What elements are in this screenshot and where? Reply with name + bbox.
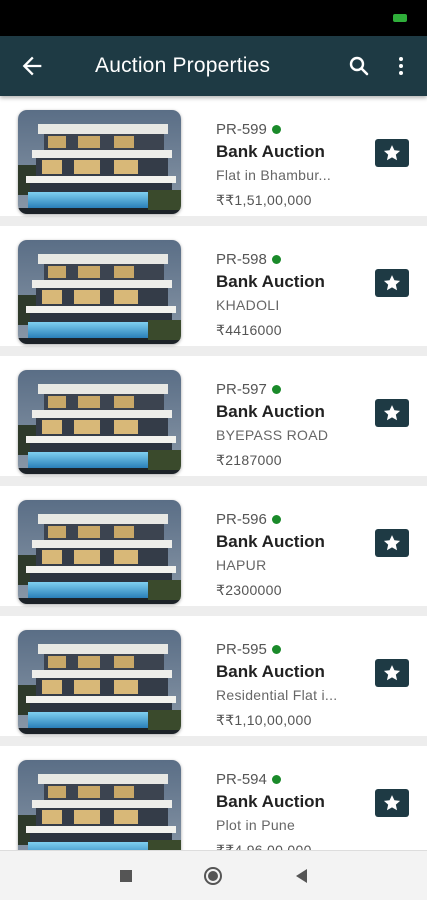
- property-image: [18, 240, 181, 344]
- more-vertical-icon[interactable]: [389, 54, 413, 78]
- property-image: [18, 760, 181, 850]
- property-card[interactable]: PR-599 Bank Auction Flat in Bhambur... ₹…: [0, 96, 427, 216]
- property-card[interactable]: PR-596 Bank Auction HAPUR ₹2300000: [0, 486, 427, 606]
- property-price: ₹₹4,96,00,000: [216, 842, 312, 850]
- property-price: ₹2300000: [216, 582, 282, 598]
- app-bar: Auction Properties: [0, 36, 427, 96]
- back-triangle-icon[interactable]: [296, 869, 307, 883]
- property-card[interactable]: PR-597 Bank Auction BYEPASS ROAD ₹218700…: [0, 356, 427, 476]
- star-icon: [383, 275, 401, 291]
- status-dot-icon: [271, 774, 281, 784]
- property-location: Flat in Bhambur...: [216, 167, 332, 183]
- star-icon: [383, 795, 401, 811]
- auction-type: Bank Auction: [216, 792, 325, 811]
- status-dot-icon: [271, 644, 281, 654]
- star-icon: [383, 405, 401, 421]
- property-location: BYEPASS ROAD: [216, 427, 329, 443]
- auction-type: Bank Auction: [216, 532, 325, 551]
- property-image: [18, 630, 181, 734]
- favorite-star-button[interactable]: [375, 659, 409, 687]
- property-list: PR-599 Bank Auction Flat in Bhambur... ₹…: [0, 96, 427, 850]
- system-nav-bar: [0, 850, 427, 900]
- favorite-star-button[interactable]: [375, 139, 409, 167]
- status-dot-icon: [271, 384, 281, 394]
- status-dot-icon: [271, 514, 281, 524]
- battery-icon: [393, 14, 407, 22]
- status-dot-icon: [271, 254, 281, 264]
- auction-type: Bank Auction: [216, 142, 325, 161]
- favorite-star-button[interactable]: [375, 399, 409, 427]
- property-location: KHADOLI: [216, 297, 280, 313]
- back-arrow-icon[interactable]: [18, 52, 46, 80]
- property-code: PR-599: [216, 120, 267, 138]
- property-code: PR-596: [216, 510, 267, 528]
- recent-apps-icon[interactable]: [120, 870, 132, 882]
- property-price: ₹4416000: [216, 322, 282, 338]
- property-card[interactable]: PR-595 Bank Auction Residential Flat i..…: [0, 616, 427, 736]
- property-image: [18, 500, 181, 604]
- auction-type: Bank Auction: [216, 402, 325, 421]
- property-code: PR-597: [216, 380, 267, 398]
- star-icon: [383, 145, 401, 161]
- property-location: Plot in Pune: [216, 817, 296, 833]
- search-icon[interactable]: [347, 54, 371, 78]
- property-card[interactable]: PR-598 Bank Auction KHADOLI ₹4416000: [0, 226, 427, 346]
- auction-type: Bank Auction: [216, 662, 325, 681]
- property-code: PR-598: [216, 250, 267, 268]
- status-bar: [0, 0, 427, 36]
- property-location: HAPUR: [216, 557, 267, 573]
- property-price: ₹₹1,51,00,000: [216, 192, 312, 208]
- favorite-star-button[interactable]: [375, 789, 409, 817]
- page-title: Auction Properties: [95, 54, 271, 77]
- favorite-star-button[interactable]: [375, 529, 409, 557]
- property-image: [18, 370, 181, 474]
- favorite-star-button[interactable]: [375, 269, 409, 297]
- property-card[interactable]: PR-594 Bank Auction Plot in Pune ₹₹4,96,…: [0, 746, 427, 850]
- property-image: [18, 110, 181, 214]
- property-location: Residential Flat i...: [216, 687, 338, 703]
- property-price: ₹₹1,10,00,000: [216, 712, 312, 728]
- property-code: PR-595: [216, 640, 267, 658]
- property-price: ₹2187000: [216, 452, 282, 468]
- home-icon[interactable]: [204, 867, 222, 885]
- star-icon: [383, 535, 401, 551]
- star-icon: [383, 665, 401, 681]
- property-code: PR-594: [216, 770, 267, 788]
- status-dot-icon: [271, 124, 281, 134]
- auction-type: Bank Auction: [216, 272, 325, 291]
